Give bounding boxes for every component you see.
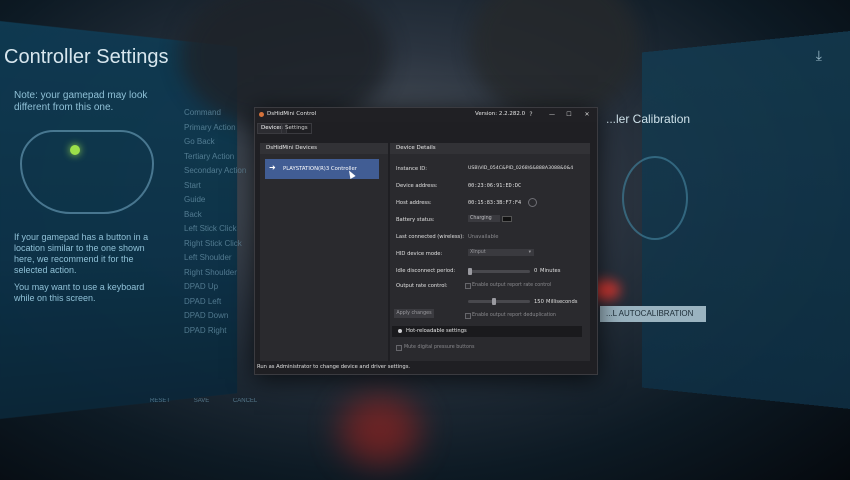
- mute-pressure-label: Mute digital pressure buttons: [404, 345, 475, 350]
- background-command-item: Tertiary Action: [184, 151, 235, 161]
- pair-host-icon[interactable]: [528, 198, 537, 207]
- details-panel-header: Device Details: [390, 143, 590, 154]
- instance-id-value: USB\VID_054C&PID_0268\6&888A3088&0&4: [468, 166, 574, 171]
- mute-pressure-checkbox[interactable]: [396, 345, 402, 351]
- output-rate-value: 150: [534, 299, 544, 305]
- title-bar[interactable]: DsHidMini Control Version: 2.2.282.0 ? —…: [255, 108, 597, 122]
- background-command-item: DPAD Down: [184, 311, 229, 320]
- instance-id-label: Instance ID:: [396, 166, 427, 172]
- device-list-item[interactable]: ➜ PLAYSTATION(R)3 Controller: [265, 159, 379, 179]
- background-note: Note: your gamepad may look different fr…: [14, 90, 148, 113]
- idle-disconnect-slider[interactable]: [468, 268, 530, 275]
- background-command-item: Left Shoulder: [184, 253, 232, 262]
- last-connected-label: Last connected (wireless):: [396, 234, 464, 240]
- output-rate-checkbox-label: Enable output report rate control: [472, 283, 552, 288]
- background-calibration-circle: [622, 156, 688, 240]
- background-command-item: Start: [184, 180, 201, 190]
- minimize-button[interactable]: —: [547, 110, 557, 120]
- hid-mode-select[interactable]: XInput ▾: [468, 249, 534, 256]
- details-panel: Device Details Instance ID: USB\VID_054C…: [390, 143, 590, 361]
- background-command-item: Left Stick Click: [184, 224, 237, 233]
- battery-status-label: Battery status:: [396, 217, 435, 223]
- background-save-label: SAVE: [193, 398, 210, 404]
- last-connected-value: Unavailable: [468, 234, 499, 240]
- background-gamepad-dot: [70, 145, 80, 155]
- battery-icon: [502, 216, 512, 222]
- background-title: Controller Settings: [4, 46, 169, 68]
- hot-reload-expander[interactable]: Hot-reloadable settings: [392, 326, 582, 337]
- help-button[interactable]: ?: [526, 110, 536, 120]
- window-title: DsHidMini Control: [267, 111, 317, 117]
- background-hint: If your gamepad has a button in a locati…: [14, 232, 149, 275]
- background-command-item: Back: [184, 209, 202, 219]
- hid-mode-label: HID device mode:: [396, 251, 443, 257]
- background-command-list: Command Primary Action Go Back Tertiary Act…: [184, 106, 246, 338]
- output-rate-slider[interactable]: [468, 298, 530, 305]
- host-address-label: Host address:: [396, 200, 432, 206]
- hid-mode-value: XInput: [470, 250, 486, 255]
- background-command-item: DPAD Left: [184, 296, 222, 306]
- host-address-value: 00:15:83:3B:F7:F4: [468, 200, 522, 206]
- dedup-checkbox-label: Enable output report deduplication: [472, 313, 556, 318]
- background-command-item: DPAD Up: [184, 282, 219, 291]
- background-calibration-title: ...ler Calibration: [606, 112, 691, 126]
- chevron-down-icon: ▾: [528, 250, 531, 255]
- idle-slider-handle[interactable]: [468, 268, 472, 275]
- background-command-item: DPAD Right: [184, 325, 227, 335]
- status-bar: Run as Administrator to change device an…: [257, 364, 411, 370]
- background-command-item: Right Stick Click: [184, 238, 242, 248]
- dedup-checkbox[interactable]: [465, 313, 471, 319]
- background-command-item: Guide: [184, 195, 206, 204]
- output-rate-label: Output rate control:: [396, 283, 448, 289]
- output-rate-unit: Milliseconds: [546, 299, 578, 305]
- devices-panel-header: DsHidMini Devices: [260, 143, 388, 154]
- background-red-glow-bottom: [340, 395, 420, 465]
- version-label: Version: 2.2.282.0: [475, 111, 526, 117]
- background-reset-label: RESET: [150, 398, 171, 404]
- background-knob-right: [470, 0, 640, 120]
- idle-disconnect-label: Idle disconnect period:: [396, 268, 456, 274]
- dshidmini-window: DsHidMini Control Version: 2.2.282.0 ? —…: [254, 107, 598, 375]
- background-command-item: Right Shoulder: [184, 267, 237, 277]
- close-button[interactable]: ✕: [582, 110, 592, 120]
- background-bottom-buttons: RESET SAVE CANCEL: [150, 398, 279, 404]
- apply-changes-button[interactable]: Apply changes: [394, 309, 434, 318]
- background-gamepad-icon: [20, 130, 154, 214]
- app-logo-icon: [259, 112, 264, 117]
- idle-disconnect-unit: Minutes: [540, 268, 561, 274]
- background-hint2: You may want to use a keyboard while on …: [14, 282, 145, 303]
- device-address-value: 00:23:06:91:ED:DC: [468, 183, 522, 189]
- idle-disconnect-value: 0: [534, 268, 538, 274]
- maximize-button[interactable]: ☐: [564, 110, 574, 120]
- battery-status-badge: Charging: [468, 215, 500, 222]
- background-autocalibration-button: ...L AUTOCALIBRATION: [600, 306, 706, 322]
- background-command-item: Primary Action: [184, 122, 236, 132]
- tab-settings[interactable]: Settings: [281, 123, 312, 134]
- chevron-icon: [398, 329, 402, 333]
- background-command-item: Secondary Action: [184, 166, 247, 175]
- output-rate-checkbox[interactable]: [465, 283, 471, 289]
- device-address-label: Device address:: [396, 183, 438, 189]
- background-cancel-label: CANCEL: [232, 398, 258, 404]
- hot-reload-header: Hot-reloadable settings: [406, 328, 467, 334]
- background-command-item: Go Back: [184, 137, 215, 146]
- devices-panel: DsHidMini Devices ➜ PLAYSTATION(R)3 Cont…: [260, 143, 388, 361]
- output-rate-slider-handle[interactable]: [492, 298, 496, 305]
- arrow-right-icon: ➜: [269, 163, 276, 172]
- background-download-icon: ⤓: [815, 48, 822, 64]
- background-command-item: Command: [184, 108, 221, 117]
